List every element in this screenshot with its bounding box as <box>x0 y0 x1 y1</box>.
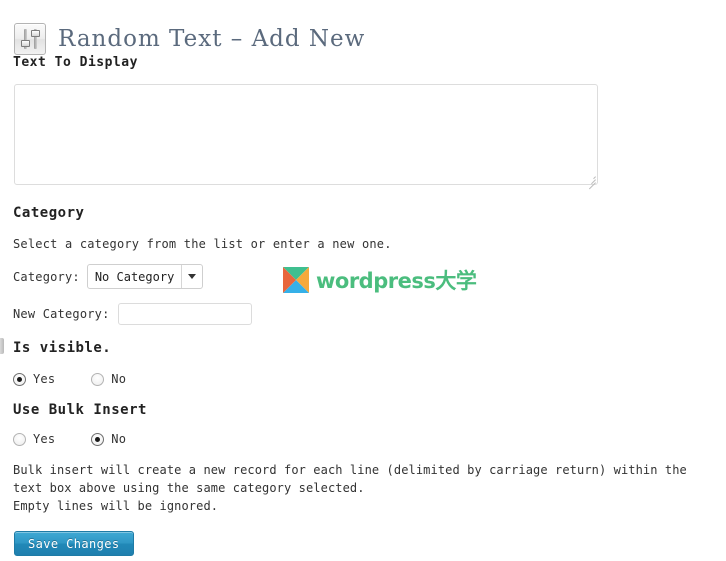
is-visible-option-no[interactable]: No <box>91 372 126 386</box>
heading-category: Category <box>13 205 85 221</box>
new-category-input[interactable] <box>117 303 252 325</box>
bulk-insert-label-yes: Yes <box>33 432 56 446</box>
radio-dot-bulk-insert-no[interactable] <box>91 432 105 446</box>
bulk-insert-description: Bulk insert will create a new record for… <box>13 461 719 515</box>
scrollbar-fragment-artifact <box>0 338 4 354</box>
radio-dot-is-visible-yes[interactable] <box>13 372 26 386</box>
category-help-text: Select a category from the list or enter… <box>13 237 392 251</box>
is-visible-option-yes[interactable]: Yes <box>13 372 55 386</box>
wordpress-daxue-wordmark: wordpress大学 <box>316 269 477 293</box>
text-to-display-textarea[interactable] <box>14 84 598 185</box>
chevron-down-icon <box>182 274 202 279</box>
is-visible-label-no: No <box>111 372 127 386</box>
wordpress-daxue-watermark: wordpress大学 <box>283 265 477 295</box>
radio-dot-bulk-insert-yes[interactable] <box>13 432 26 446</box>
category-select-value: No Category <box>94 269 175 284</box>
new-category-label: New Category: <box>13 307 110 321</box>
category-select-row: Category: No Category <box>13 264 204 289</box>
wordpress-daxue-mark-icon <box>283 267 309 293</box>
category-select-label: Category: <box>13 269 80 284</box>
bulk-insert-description-line1: Bulk insert will create a new record for… <box>13 463 687 495</box>
heading-text-to-display: Text To Display <box>13 55 138 70</box>
bulk-insert-label-no: No <box>111 432 127 446</box>
bulk-insert-option-yes[interactable]: Yes <box>13 432 55 446</box>
page-title: Random Text – Add New <box>58 26 366 53</box>
slider-knob-left <box>21 40 30 48</box>
slider-knob-right <box>31 30 40 38</box>
bulk-insert-description-line2: Empty lines will be ignored. <box>13 499 219 513</box>
is-visible-label-yes: Yes <box>33 372 56 386</box>
sliders-icon <box>14 23 46 56</box>
is-visible-radio-group: Yes No <box>13 372 126 386</box>
bulk-insert-option-no[interactable]: No <box>91 432 126 446</box>
new-category-row: New Category: <box>13 303 252 325</box>
heading-is-visible: Is visible. <box>13 340 112 356</box>
heading-use-bulk-insert: Use Bulk Insert <box>13 402 147 418</box>
category-select[interactable]: No Category <box>86 264 204 289</box>
radio-dot-is-visible-no[interactable] <box>91 372 105 386</box>
bulk-insert-radio-group: Yes No <box>13 432 126 446</box>
save-changes-button[interactable]: Save Changes <box>14 531 134 556</box>
